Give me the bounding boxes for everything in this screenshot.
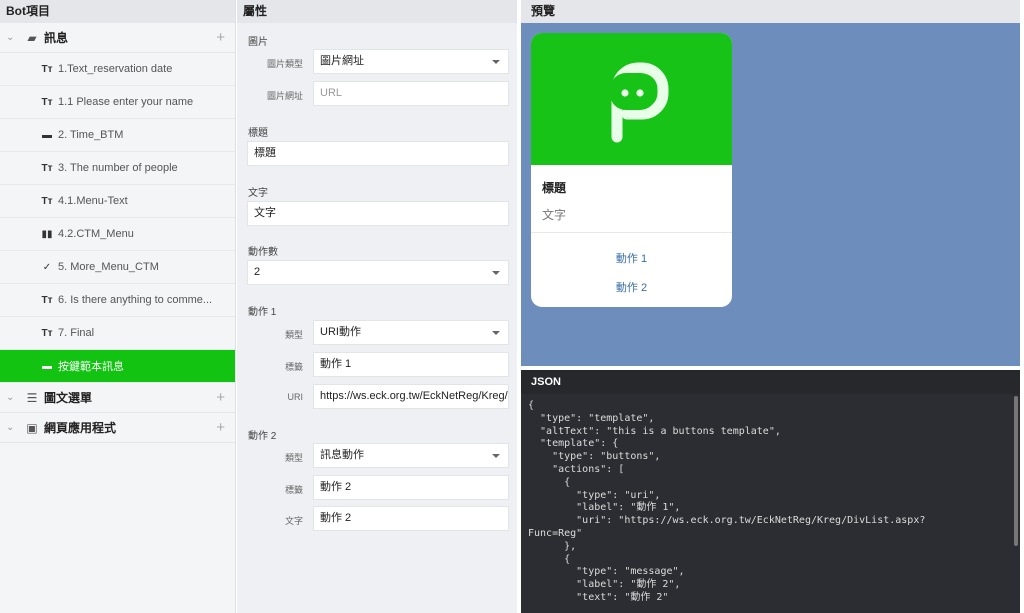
json-scrollbar[interactable] (1014, 396, 1018, 546)
card-divider (531, 232, 732, 233)
action1-section-label: 動作 1 (248, 307, 277, 318)
action2-text-input[interactable]: 動作 2 (313, 506, 509, 531)
action2-section-label: 動作 2 (248, 431, 277, 442)
card-text: 文字 (542, 208, 567, 222)
buttons-template-icon: ▬ (42, 129, 52, 141)
image-type-label: 圖片類型 (266, 59, 303, 69)
image-section-label: 圖片 (248, 37, 268, 48)
bot-items-title: Bot項目 (0, 0, 235, 23)
chevron-down-icon[interactable]: ⌄ (6, 422, 20, 433)
list-item-selected[interactable]: ▬ 按鍵範本訊息 (0, 350, 235, 383)
action2-type-label: 類型 (284, 453, 303, 463)
action2-label-label: 標籤 (284, 485, 303, 495)
group-label: 網頁應用程式 (44, 421, 117, 435)
action2-label-input[interactable]: 動作 2 (313, 475, 509, 500)
list-item[interactable]: Tт 7. Final (0, 317, 235, 350)
dropdown-caret-icon (492, 454, 500, 458)
image-url-input[interactable]: URL (313, 81, 509, 106)
carousel-warning-icon: ▮▮ (41, 228, 53, 240)
image-type-select[interactable]: 圖片網址 (313, 49, 509, 74)
properties-panel: 屬性 圖片 圖片類型 圖片網址 圖片網址 URL 標題 標題 文字 文字 動作數… (237, 0, 517, 613)
text-input[interactable]: 文字 (247, 201, 509, 226)
title-input[interactable]: 標題 (247, 141, 509, 166)
title-section-label: 標題 (248, 128, 268, 139)
action1-uri-label: URI (287, 392, 304, 402)
text-section-label: 文字 (248, 188, 268, 199)
list-item[interactable]: Tт 4.1.Menu-Text (0, 185, 235, 218)
action-count-label: 動作數 (248, 247, 278, 258)
text-type-icon: Tт (41, 294, 53, 306)
chevron-down-icon[interactable]: ⌄ (6, 392, 20, 403)
group-messages[interactable]: ⌄ ▰ 訊息 + (0, 23, 235, 53)
action1-type-select[interactable]: URI動作 (313, 320, 509, 345)
buttons-template-icon: ▬ (42, 360, 52, 372)
action1-label-input[interactable]: 動作 1 (313, 352, 509, 377)
text-type-icon: Tт (41, 63, 53, 75)
action1-type-label: 類型 (284, 330, 303, 340)
text-type-icon: Tт (41, 327, 53, 339)
dropdown-caret-icon (492, 60, 500, 64)
json-title: JSON (521, 370, 1020, 394)
card-action-1-button[interactable]: 動作 1 (531, 250, 732, 266)
properties-title: 屬性 (237, 0, 517, 23)
list-item[interactable]: ▮▮ 4.2.CTM_Menu (0, 218, 235, 251)
text-type-icon: Tт (41, 195, 53, 207)
add-rich-menu-button[interactable]: + (216, 390, 225, 405)
json-panel: JSON { "type": "template", "altText": "t… (521, 370, 1020, 613)
list-item[interactable]: ✓ 5. More_Menu_CTM (0, 251, 235, 284)
add-message-button[interactable]: + (216, 30, 225, 45)
dropdown-caret-icon (492, 271, 500, 275)
card-image (531, 33, 732, 165)
message-icon: ▰ (27, 30, 37, 45)
image-url-label: 圖片網址 (266, 91, 303, 101)
action1-uri-input[interactable]: https://ws.eck.org.tw/EckNetReg/Kreg/Div… (313, 384, 509, 409)
bot-items-panel: Bot項目 ⌄ ▰ 訊息 + Tт 1.Text_reservation date… (0, 0, 236, 613)
group-rich-menu[interactable]: ⌄ ☰ 圖文選單 + (0, 383, 235, 413)
chevron-down-icon[interactable]: ⌄ (6, 32, 20, 43)
text-type-icon: Tт (41, 96, 53, 108)
preview-title: 預覽 (521, 0, 1020, 23)
action1-label-label: 標籤 (284, 362, 303, 372)
list-item[interactable]: Tт 3. The number of people (0, 152, 235, 185)
line-p-logo-icon (610, 62, 669, 143)
action2-text-label: 文字 (284, 516, 303, 526)
group-label: 訊息 (44, 31, 69, 45)
app-window-icon: ▣ (26, 420, 38, 435)
list-item[interactable]: ▬ 2. Time_BTM (0, 119, 235, 152)
group-label: 圖文選單 (44, 391, 93, 405)
json-code-view[interactable]: { "type": "template", "altText": "this i… (521, 394, 1020, 613)
card-action-2-button[interactable]: 動作 2 (531, 279, 732, 295)
action2-type-select[interactable]: 訊息動作 (313, 443, 509, 468)
add-web-app-button[interactable]: + (216, 420, 225, 435)
list-item[interactable]: Tт 1.1 Please enter your name (0, 86, 235, 119)
action-count-select[interactable]: 2 (247, 260, 509, 285)
buttons-template-card: 標題 文字 動作 1 動作 2 (531, 33, 732, 307)
dropdown-caret-icon (492, 331, 500, 335)
group-web-app[interactable]: ⌄ ▣ 網頁應用程式 + (0, 413, 235, 443)
text-type-icon: Tт (41, 162, 53, 174)
list-item[interactable]: Tт 1.Text_reservation date (0, 53, 235, 86)
preview-panel: 預覽 標題 文字 動作 1 動作 2 (521, 0, 1020, 366)
card-title: 標題 (542, 181, 567, 195)
list-icon: ☰ (26, 390, 38, 405)
check-icon: ✓ (42, 261, 52, 273)
list-item[interactable]: Tт 6. Is there anything to comme... (0, 284, 235, 317)
